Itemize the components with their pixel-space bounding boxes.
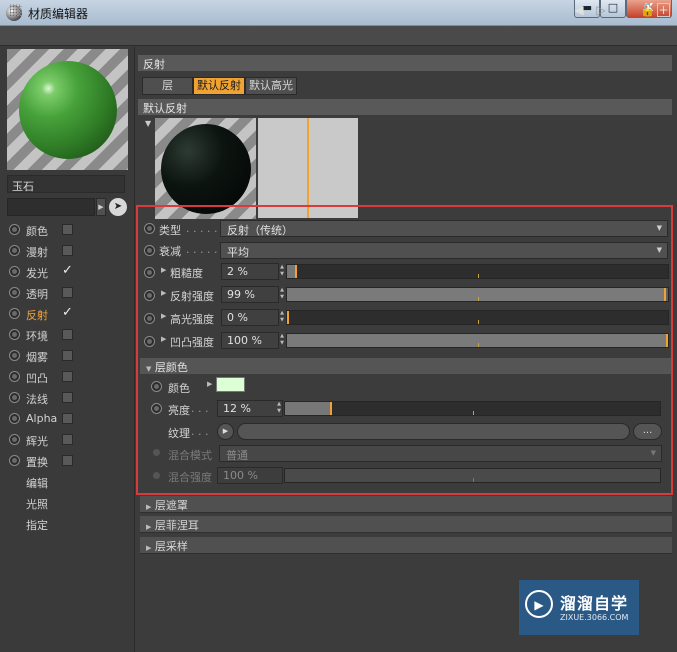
channel-animate-radio[interactable] [9, 434, 20, 445]
watermark-url: ZIXUE.3066.COM [560, 613, 629, 622]
expand-icon: ▶ [146, 544, 152, 552]
play-icon: ▶ [525, 590, 553, 618]
new-panel-icon[interactable]: + [657, 3, 670, 17]
picker-icon[interactable]: ➤ [109, 198, 127, 216]
extra-item[interactable]: 指定 [26, 517, 48, 533]
tab-default-specular[interactable]: 默认高光 [245, 77, 297, 95]
maximize-icon: □ [607, 1, 619, 14]
channel-label: 环境 [26, 330, 48, 343]
watermark-title: 溜溜自学 [560, 594, 629, 613]
channel-label: 透明 [26, 288, 48, 301]
channel-row[interactable]: 颜色 [0, 220, 135, 240]
channel-row[interactable]: 烟雾 [0, 346, 135, 366]
material-sphere [19, 61, 117, 159]
extra-item[interactable]: 光照 [26, 496, 48, 512]
channel-label: 漫射 [26, 246, 48, 259]
channel-label: 发光 [26, 267, 48, 280]
channel-checkbox[interactable] [62, 287, 73, 298]
material-search-field[interactable] [7, 198, 95, 216]
channel-checkbox[interactable] [62, 224, 73, 235]
tab-default-reflection[interactable]: 默认反射 [193, 77, 245, 95]
channel-row[interactable]: 漫射 [0, 241, 135, 261]
channel-row[interactable]: 辉光 [0, 430, 135, 450]
reflection-section-header: 反射 [138, 55, 672, 71]
forward-arrow-icon[interactable]: ▷ [594, 3, 608, 17]
channel-row[interactable]: 置换 [0, 451, 135, 471]
channel-label: 辉光 [26, 435, 48, 448]
channel-animate-radio[interactable] [9, 455, 20, 466]
channel-checkbox[interactable] [62, 455, 73, 466]
channel-animate-radio[interactable] [9, 266, 20, 277]
channel-animate-radio[interactable] [9, 371, 20, 382]
channel-animate-radio[interactable] [9, 350, 20, 361]
layer-fresnel-section[interactable]: ▶ 层菲涅耳 [140, 516, 672, 533]
channel-row[interactable]: 反射 ✓ [0, 304, 135, 324]
window-title: 材质编辑器 [28, 7, 89, 21]
expand-icon: ▶ [146, 523, 152, 531]
layer-header: 默认反射 [138, 99, 672, 115]
reflection-preview[interactable] [155, 118, 256, 219]
channel-label: 法线 [26, 393, 48, 406]
channel-animate-radio[interactable] [9, 224, 20, 235]
channel-checkbox[interactable] [62, 350, 73, 361]
extra-item[interactable]: 编辑 [26, 475, 48, 491]
channel-animate-radio[interactable] [9, 287, 20, 298]
channel-checkbox[interactable] [62, 413, 73, 424]
channel-label: 凹凸 [26, 372, 48, 385]
channel-label: 烟雾 [26, 351, 48, 364]
channel-checkbox[interactable] [62, 434, 73, 445]
layer-fresnel-label: 层菲涅耳 [154, 519, 199, 532]
channel-row[interactable]: 凹凸 [0, 367, 135, 387]
channel-row[interactable]: 法线 [0, 388, 135, 408]
channel-label: 置换 [26, 456, 48, 469]
channel-animate-radio[interactable] [9, 245, 20, 256]
grip-icon[interactable] [10, 4, 22, 16]
layer-sampling-section[interactable]: ▶ 层采样 [140, 537, 672, 554]
material-preview[interactable] [7, 49, 128, 170]
toolbar [0, 26, 677, 46]
channel-row[interactable]: 发光 ✓ [0, 262, 135, 282]
channel-row[interactable]: 环境 [0, 325, 135, 345]
back-arrow-icon[interactable]: ◀ [572, 3, 586, 17]
layer-sampling-label: 层采样 [154, 540, 188, 553]
channel-checkbox[interactable] [62, 392, 73, 403]
channel-checkbox[interactable] [62, 245, 73, 256]
falloff-marker[interactable] [307, 118, 309, 218]
channel-animate-radio[interactable] [9, 308, 20, 319]
channel-checkbox[interactable] [62, 329, 73, 340]
channel-animate-radio[interactable] [9, 329, 20, 340]
layer-mask-section[interactable]: ▶ 层遮罩 [140, 496, 672, 513]
layer-collapse-icon[interactable]: ▼ [145, 119, 151, 128]
channel-label: Alpha [26, 412, 58, 425]
channel-label: 反射 [26, 309, 48, 322]
reflection-sphere [161, 124, 251, 214]
highlight-box [136, 205, 673, 495]
channel-animate-radio[interactable] [9, 392, 20, 403]
channel-row[interactable]: Alpha [0, 409, 135, 429]
tab-layer[interactable]: 层 [142, 77, 193, 95]
layer-mask-label: 层遮罩 [154, 499, 188, 512]
channel-row[interactable]: 透明 [0, 283, 135, 303]
expand-icon: ▶ [146, 503, 152, 511]
channel-checkbox[interactable]: ✓ [62, 306, 73, 319]
material-name-field[interactable]: 玉石 [7, 175, 125, 193]
channel-checkbox[interactable]: ✓ [62, 264, 73, 277]
channel-label: 颜色 [26, 225, 48, 238]
channel-checkbox[interactable] [62, 371, 73, 382]
channel-animate-radio[interactable] [9, 413, 20, 424]
lock-icon[interactable]: 🔓 [640, 3, 655, 17]
expand-arrow-icon[interactable]: ▶ [96, 198, 106, 216]
